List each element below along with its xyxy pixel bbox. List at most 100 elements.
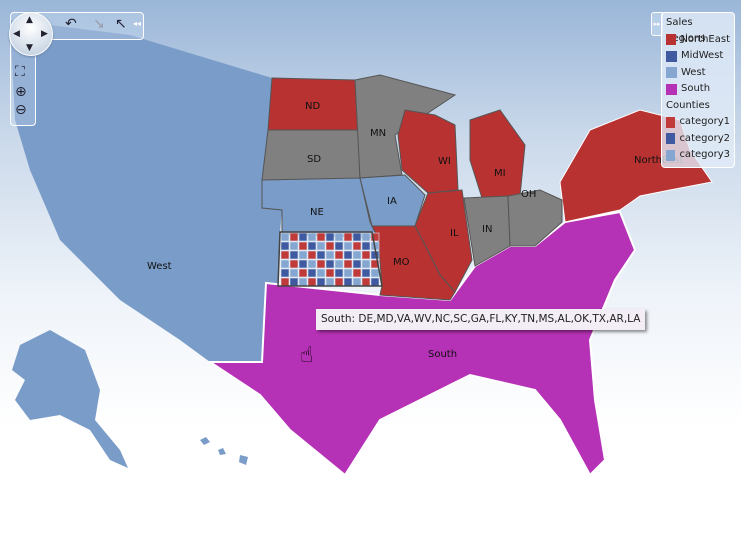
pan-down-icon[interactable]: ▼ (26, 44, 33, 53)
county[interactable] (307, 241, 317, 251)
county[interactable] (280, 277, 290, 287)
undo-icon[interactable]: ↶ (65, 16, 77, 32)
county[interactable] (316, 232, 326, 242)
county[interactable] (334, 268, 344, 278)
state-label-wi: WI (438, 156, 451, 167)
county[interactable] (325, 250, 335, 260)
county[interactable] (343, 268, 353, 278)
legend-item[interactable]: South (666, 81, 730, 98)
legend-label: category3 (679, 149, 730, 161)
pan-left-icon[interactable]: ◀ (13, 30, 20, 39)
county[interactable] (289, 259, 299, 269)
county[interactable] (361, 250, 371, 260)
county[interactable] (352, 250, 362, 260)
county[interactable] (325, 268, 335, 278)
county[interactable] (280, 250, 290, 260)
county[interactable] (343, 259, 353, 269)
county[interactable] (289, 232, 299, 242)
state-label-sd: SD (307, 154, 321, 165)
state-label-ia: IA (387, 196, 397, 207)
county[interactable] (298, 250, 308, 260)
county[interactable] (316, 241, 326, 251)
region-tooltip: South: DE,MD,VA,WV,NC,SC,GA,FL,KY,TN,MS,… (316, 309, 646, 330)
county[interactable] (298, 268, 308, 278)
kansas-counties[interactable] (280, 232, 380, 287)
select-arrow-icon[interactable]: ↖ (115, 16, 127, 32)
county[interactable] (334, 241, 344, 251)
map-view[interactable]: ND SD NE MN IA WI MI IL IN OH MO West So… (0, 0, 741, 533)
zoom-to-fit-icon[interactable]: ⛶ (15, 65, 25, 79)
state-label-ne: NE (310, 207, 324, 218)
legend-swatch (666, 116, 676, 128)
legend-label: NorthEast (680, 33, 730, 45)
county[interactable] (361, 268, 371, 278)
legend-item[interactable]: West (666, 65, 730, 82)
map-canvas[interactable]: ND SD NE MN IA WI MI IL IN OH MO West So… (0, 0, 741, 533)
county[interactable] (343, 250, 353, 260)
county[interactable] (289, 268, 299, 278)
county[interactable] (334, 277, 344, 287)
county[interactable] (334, 232, 344, 242)
county[interactable] (325, 232, 335, 242)
zoom-in-icon[interactable]: ⊕ (15, 85, 27, 99)
legend-swatch (666, 133, 676, 145)
county[interactable] (289, 241, 299, 251)
county[interactable] (298, 241, 308, 251)
county[interactable] (307, 268, 317, 278)
pan-right-icon[interactable]: ▶ (41, 30, 48, 39)
county[interactable] (280, 241, 290, 251)
legend-swatch (666, 34, 677, 46)
legend-item[interactable]: MidWest (666, 48, 730, 65)
county[interactable] (316, 250, 326, 260)
legend-item[interactable]: category2 (666, 131, 730, 148)
county[interactable] (307, 250, 317, 260)
county[interactable] (298, 259, 308, 269)
county[interactable] (289, 277, 299, 287)
state-label-mn: MN (370, 128, 386, 139)
county[interactable] (316, 259, 326, 269)
county[interactable] (343, 277, 353, 287)
county[interactable] (298, 277, 308, 287)
collapse-toolbar-icon[interactable]: ◂◂ (133, 19, 141, 28)
county[interactable] (280, 259, 290, 269)
county[interactable] (307, 259, 317, 269)
county[interactable] (334, 259, 344, 269)
county[interactable] (361, 232, 371, 242)
redo-icon[interactable]: ↘ (93, 16, 105, 32)
county[interactable] (352, 277, 362, 287)
county[interactable] (352, 232, 362, 242)
county[interactable] (370, 268, 380, 278)
pan-control[interactable]: ▲ ▼ ◀ ▶ (9, 12, 53, 56)
region-label-south: South (428, 349, 457, 360)
legend-item[interactable]: category1 (666, 114, 730, 131)
county[interactable] (334, 250, 344, 260)
county[interactable] (316, 268, 326, 278)
county[interactable] (316, 277, 326, 287)
county[interactable] (298, 232, 308, 242)
county[interactable] (343, 232, 353, 242)
pan-up-icon[interactable]: ▲ (26, 16, 33, 25)
state-mi[interactable] (469, 109, 526, 199)
legend-label: West (681, 66, 706, 78)
county[interactable] (280, 232, 290, 242)
county[interactable] (361, 277, 371, 287)
county[interactable] (307, 277, 317, 287)
zoom-out-icon[interactable]: ⊖ (15, 103, 27, 117)
county[interactable] (289, 250, 299, 260)
county[interactable] (352, 259, 362, 269)
legend-item[interactable]: category3 (666, 147, 730, 164)
county[interactable] (325, 241, 335, 251)
county[interactable] (325, 277, 335, 287)
county[interactable] (352, 268, 362, 278)
county[interactable] (280, 268, 290, 278)
county[interactable] (307, 232, 317, 242)
county[interactable] (361, 259, 371, 269)
county[interactable] (325, 259, 335, 269)
county[interactable] (361, 241, 371, 251)
legend-label: category1 (679, 116, 730, 128)
county[interactable] (343, 241, 353, 251)
county[interactable] (370, 277, 380, 287)
region-west[interactable] (10, 20, 282, 362)
state-label-oh: OH (521, 189, 536, 200)
county[interactable] (352, 241, 362, 251)
